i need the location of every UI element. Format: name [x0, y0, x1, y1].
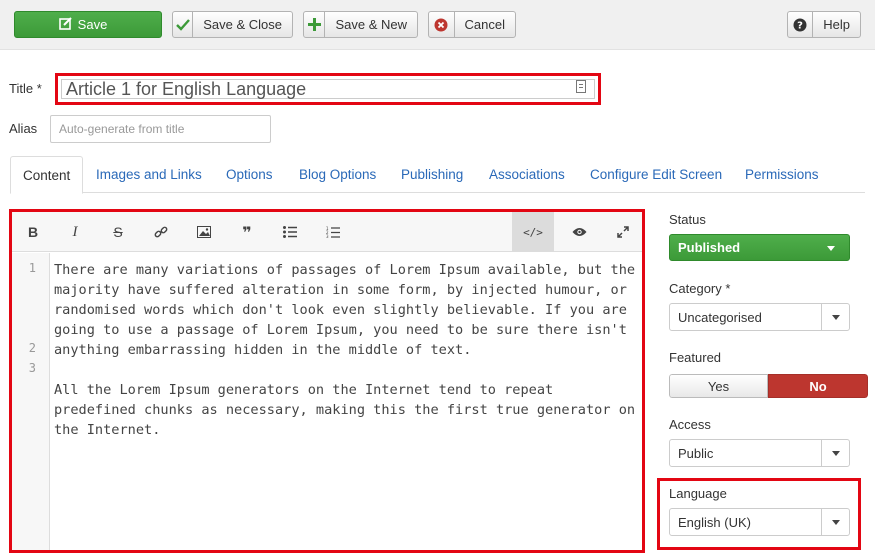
- code-line: All the Lorem Ipsum generators on the In…: [54, 382, 636, 438]
- title-input[interactable]: Article 1 for English Language: [61, 79, 595, 99]
- numbered-list-icon[interactable]: 123: [312, 212, 354, 252]
- help-label: Help: [823, 17, 850, 32]
- status-value: Published: [678, 240, 741, 255]
- title-label: Title *: [9, 81, 42, 96]
- code-line: There are many variations of passages of…: [54, 262, 636, 358]
- featured-no-button[interactable]: No: [768, 374, 868, 398]
- quote-icon[interactable]: ❞: [226, 212, 268, 252]
- cancel-button[interactable]: Cancel: [428, 11, 516, 38]
- help-button[interactable]: ? Help: [787, 11, 861, 38]
- italic-icon[interactable]: I: [54, 212, 96, 252]
- category-label: Category *: [669, 281, 731, 296]
- cancel-label: Cancel: [464, 17, 505, 32]
- tab-blog-options[interactable]: Blog Options: [299, 156, 376, 193]
- category-value: Uncategorised: [678, 309, 762, 325]
- tab-permissions[interactable]: Permissions: [745, 156, 819, 193]
- line-number: 1: [28, 261, 36, 275]
- language-select[interactable]: English (UK): [669, 508, 850, 536]
- code-view-icon[interactable]: </>: [512, 212, 554, 252]
- edit-icon: [58, 16, 72, 33]
- save-label: Save: [77, 17, 108, 32]
- title-value: Article 1 for English Language: [66, 78, 307, 99]
- chevron-down-icon[interactable]: [821, 440, 849, 466]
- fullscreen-icon[interactable]: [602, 212, 642, 252]
- save-button[interactable]: Save: [14, 11, 162, 38]
- image-icon[interactable]: [183, 212, 225, 252]
- access-select[interactable]: Public: [669, 439, 850, 467]
- language-value: English (UK): [678, 514, 751, 530]
- save-close-button[interactable]: Save & Close: [172, 11, 293, 38]
- chevron-down-icon: [827, 246, 835, 251]
- featured-toggle: Yes No: [669, 374, 868, 398]
- line-number: 2: [28, 341, 36, 355]
- title-highlight: Article 1 for English Language: [55, 73, 601, 105]
- tab-options[interactable]: Options: [226, 156, 273, 193]
- status-select[interactable]: Published: [669, 234, 850, 261]
- check-icon: [173, 12, 194, 37]
- tab-content[interactable]: Content: [10, 156, 84, 194]
- save-new-button[interactable]: Save & New: [303, 11, 418, 38]
- save-close-label: Save & Close: [203, 17, 282, 32]
- document-icon: [576, 80, 586, 93]
- tab-images-and-links[interactable]: Images and Links: [96, 156, 202, 193]
- code-line: [54, 360, 642, 380]
- svg-text:3: 3: [326, 234, 329, 238]
- bold-icon[interactable]: B: [12, 212, 54, 252]
- cancel-icon: [429, 12, 455, 37]
- alias-placeholder: Auto-generate from title: [59, 122, 185, 136]
- tabs: Content Images and Links Options Blog Op…: [10, 156, 865, 194]
- alias-label: Alias: [9, 121, 38, 136]
- tab-associations[interactable]: Associations: [489, 156, 565, 193]
- question-icon: ?: [788, 12, 814, 37]
- preview-icon[interactable]: [558, 212, 600, 252]
- editor-highlight: B I S ❞ 123 </> 1 2 3 There are many var…: [9, 209, 645, 553]
- code-editor[interactable]: There are many variations of passages of…: [54, 260, 642, 440]
- featured-yes-button[interactable]: Yes: [669, 374, 768, 398]
- featured-label: Featured: [669, 350, 722, 365]
- svg-text:?: ?: [797, 20, 803, 31]
- line-number-gutter: 1 2 3: [12, 253, 50, 550]
- editor-toolbar: B I S ❞ 123 </>: [12, 212, 642, 252]
- access-value: Public: [678, 445, 714, 461]
- save-new-label: Save & New: [335, 17, 407, 32]
- strikethrough-icon[interactable]: S: [97, 212, 139, 252]
- language-label: Language: [669, 486, 727, 501]
- bullet-list-icon[interactable]: [269, 212, 311, 252]
- toolbar: Save Save & Close Save & New Cancel ? He…: [0, 0, 875, 50]
- plus-icon: [304, 12, 326, 37]
- line-number: 3: [28, 361, 36, 375]
- access-label: Access: [669, 417, 711, 432]
- chevron-down-icon[interactable]: [821, 304, 849, 330]
- tab-configure-edit-screen[interactable]: Configure Edit Screen: [590, 156, 722, 193]
- category-select[interactable]: Uncategorised: [669, 303, 850, 331]
- alias-input[interactable]: Auto-generate from title: [50, 115, 271, 143]
- chevron-down-icon[interactable]: [821, 509, 849, 535]
- status-label: Status: [669, 212, 706, 227]
- tab-publishing[interactable]: Publishing: [401, 156, 463, 193]
- link-icon[interactable]: [140, 212, 182, 252]
